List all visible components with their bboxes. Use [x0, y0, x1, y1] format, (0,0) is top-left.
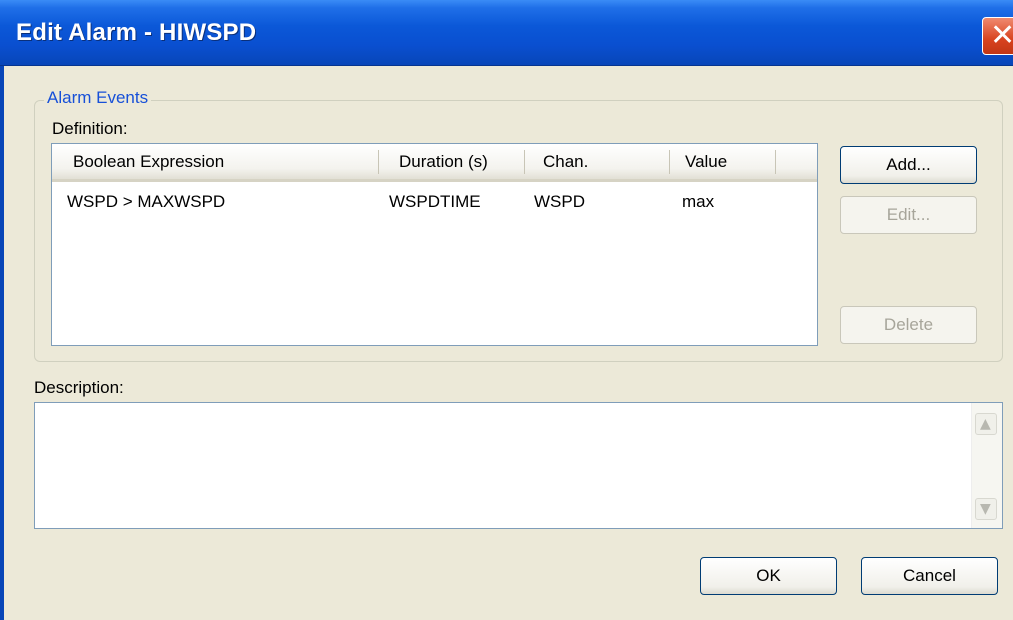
definition-list[interactable]: Boolean Expression Duration (s) Chan. Va…: [51, 143, 818, 346]
column-separator[interactable]: [378, 150, 379, 174]
column-separator[interactable]: [775, 150, 776, 174]
column-boolean-expression[interactable]: Boolean Expression: [73, 152, 224, 172]
cell-duration: WSPDTIME: [389, 192, 481, 211]
delete-button[interactable]: Delete: [840, 306, 977, 344]
definition-label: Definition:: [52, 119, 128, 138]
column-channel[interactable]: Chan.: [543, 152, 588, 172]
window-title: Edit Alarm - HIWSPD: [16, 19, 257, 46]
scroll-up-arrow-icon: ▲: [980, 416, 991, 432]
description-field[interactable]: ▲ ▼: [34, 402, 1003, 529]
description-label: Description:: [34, 378, 124, 397]
cell-value: max: [682, 192, 715, 211]
list-header: Boolean Expression Duration (s) Chan. Va…: [52, 144, 817, 182]
column-separator[interactable]: [524, 150, 525, 174]
scroll-down-button[interactable]: ▼: [975, 498, 997, 520]
cell-channel: WSPD: [534, 192, 585, 211]
column-value[interactable]: Value: [685, 152, 727, 172]
alarm-events-legend: Alarm Events: [44, 88, 152, 108]
add-button[interactable]: Add...: [840, 146, 977, 184]
cancel-button[interactable]: Cancel: [861, 557, 998, 595]
edit-button[interactable]: Edit...: [840, 196, 977, 234]
description-scrollbar[interactable]: ▲ ▼: [971, 403, 1002, 528]
title-bar[interactable]: Edit Alarm - HIWSPD ✕: [0, 0, 1013, 66]
column-separator[interactable]: [669, 150, 670, 174]
close-icon: ✕: [990, 18, 1013, 53]
ok-button[interactable]: OK: [700, 557, 837, 595]
column-duration[interactable]: Duration (s): [399, 152, 488, 172]
scroll-up-button[interactable]: ▲: [975, 413, 997, 435]
close-button[interactable]: ✕: [982, 17, 1013, 55]
scroll-down-arrow-icon: ▼: [980, 501, 991, 517]
cell-boolean-expression: WSPD > MAXWSPD: [67, 192, 226, 211]
